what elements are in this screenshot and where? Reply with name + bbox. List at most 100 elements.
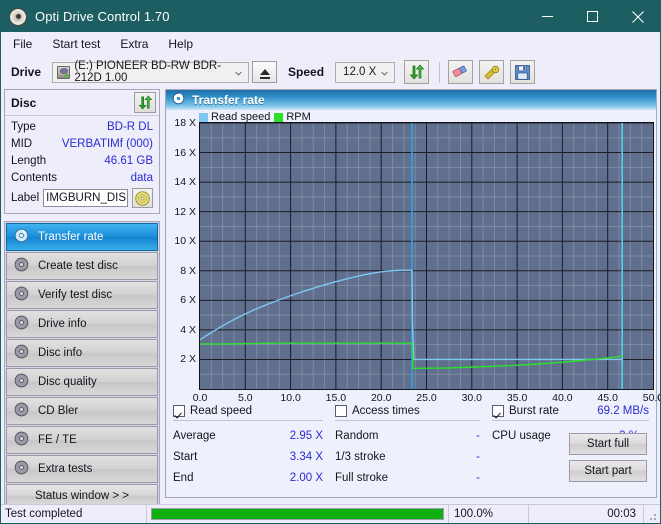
- stat-value-average: 2.95 X: [289, 430, 323, 442]
- cd-disc-icon: [14, 344, 30, 362]
- stats-column-access-times: Access times Random - 1/3 stroke - Full …: [335, 405, 480, 489]
- disc-row-type-value: BD-R DL: [106, 121, 153, 133]
- sidebar-item-label: Disc quality: [38, 376, 97, 388]
- chart-plot: 2 X4 X6 X8 X 10 X 12 X 14 X 16 X 18 X 0.0 5.0 10…: [174, 117, 660, 404]
- sidebar-item-cd-bler[interactable]: CD Bler: [6, 397, 158, 425]
- sidebar-item-extra-tests[interactable]: Extra tests: [6, 455, 158, 483]
- refresh-icon: [138, 95, 152, 110]
- sidebar-item-label: FE / TE: [38, 434, 77, 446]
- y-axis-tick: 8 X: [180, 264, 196, 277]
- menu-extra[interactable]: Extra: [117, 35, 157, 53]
- optical-drive-icon: [57, 65, 71, 79]
- stats-column-read-speed: Read speed Average 2.95 X Start 3.34 X E…: [173, 405, 323, 489]
- erase-button[interactable]: [448, 60, 474, 84]
- menubar: File Start test Extra Help: [1, 32, 660, 55]
- resize-grip-icon[interactable]: [644, 505, 660, 524]
- stat-value-start: 3.34 X: [289, 451, 323, 463]
- sidebar-item-label: CD Bler: [38, 405, 79, 417]
- sidebar-item-label: Create test disc: [38, 260, 118, 272]
- progress-bar: [151, 508, 444, 520]
- drive-select[interactable]: (E:) PIONEER BD-RW BDR-212D 1.00: [52, 60, 250, 84]
- maximize-button[interactable]: [570, 1, 615, 32]
- start-part-button[interactable]: Start part: [569, 460, 647, 482]
- rescan-button[interactable]: [404, 60, 430, 84]
- access-times-checkbox[interactable]: [335, 405, 347, 417]
- statusbar: Test completed 100.0% 00:03: [1, 504, 660, 523]
- disc-label-value: IMGBURN_DIS: [46, 192, 127, 204]
- window-controls: [525, 1, 660, 32]
- menu-file[interactable]: File: [10, 35, 41, 53]
- disc-row-type-key: Type: [11, 121, 36, 133]
- y-axis-tick: 6 X: [180, 294, 196, 307]
- cd-disc-icon: [14, 431, 30, 449]
- disc-label-row: Label IMGBURN_DIS: [11, 187, 153, 211]
- stat-row-third-stroke: 1/3 stroke -: [335, 447, 480, 468]
- legend-item-rpm: RPM: [274, 111, 311, 123]
- speed-select-value: 12.0 X: [343, 66, 377, 78]
- disc-label-input[interactable]: IMGBURN_DIS: [43, 189, 128, 207]
- burst-rate-toggle-row: Burst rate 69.2 MB/s: [492, 405, 649, 421]
- titlebar: Opti Drive Control 1.70: [1, 1, 660, 32]
- sidebar-item-create-test-disc[interactable]: Create test disc: [6, 252, 158, 280]
- save-button[interactable]: [510, 60, 536, 84]
- sidebar-item-verify-test-disc[interactable]: Verify test disc: [6, 281, 158, 309]
- cd-disc-icon: [14, 228, 30, 246]
- burst-rate-value: 69.2 MB/s: [597, 405, 649, 417]
- close-button[interactable]: [615, 1, 660, 32]
- sidebar-item-disc-info[interactable]: Disc info: [6, 339, 158, 367]
- tools-icon: [484, 65, 500, 79]
- start-full-button[interactable]: Start full: [569, 433, 647, 455]
- legend-label-read-speed: Read speed: [211, 111, 271, 123]
- sidebar-item-label: Transfer rate: [38, 231, 104, 243]
- sidebar-item-label: Extra tests: [38, 463, 93, 475]
- stat-key-start: Start: [173, 451, 198, 463]
- stat-key-random: Random: [335, 430, 379, 442]
- tools-button[interactable]: [479, 60, 505, 84]
- menu-help[interactable]: Help: [165, 35, 202, 53]
- stat-value-end: 2.00 X: [289, 472, 323, 484]
- y-axis-tick: 12 X: [174, 205, 196, 218]
- disc-row-length-key: Length: [11, 155, 47, 167]
- y-axis-tick: 16 X: [174, 146, 196, 159]
- stat-key-cpu-usage: CPU usage: [492, 430, 551, 442]
- burst-rate-checkbox[interactable]: [492, 405, 504, 417]
- disc-info-panel: Disc Type BD-R DL MID VERBATIMf (000) Le…: [4, 89, 160, 214]
- drive-select-value: (E:) PIONEER BD-RW BDR-212D 1.00: [74, 60, 222, 84]
- sidebar-item-fe-te[interactable]: FE / TE: [6, 426, 158, 454]
- speed-select[interactable]: 12.0 X: [335, 61, 396, 83]
- disc-panel-title: Disc: [11, 95, 37, 110]
- menu-start-test[interactable]: Start test: [49, 35, 109, 53]
- stats-panel: Read speed Average 2.95 X Start 3.34 X E…: [166, 401, 656, 497]
- progress-percent: 100.0%: [449, 504, 529, 523]
- progress-cell: [147, 504, 449, 523]
- disc-detail-button[interactable]: [132, 188, 153, 208]
- transfer-rate-icon: [172, 92, 185, 108]
- toolbar: Drive (E:) PIONEER BD-RW BDR-212D 1.00 S…: [1, 55, 660, 89]
- nav-panel: Transfer rate Create test disc Verify te…: [4, 221, 160, 509]
- disc-label-key: Label: [11, 192, 40, 204]
- eraser-icon: [452, 65, 467, 77]
- sidebar: Disc Type BD-R DL MID VERBATIMf (000) Le…: [4, 89, 160, 509]
- x-axis-unit: GB: [657, 392, 660, 404]
- disc-row-contents-value: data: [130, 172, 153, 184]
- drive-label: Drive: [11, 65, 42, 79]
- y-axis-tick: 14 X: [174, 176, 196, 189]
- status-text: Test completed: [1, 504, 147, 523]
- minimize-button[interactable]: [525, 1, 570, 32]
- stat-row-random: Random -: [335, 426, 480, 447]
- disc-panel-header: Disc: [5, 90, 159, 116]
- chart-svg: [200, 123, 653, 389]
- sidebar-item-drive-info[interactable]: Drive info: [6, 310, 158, 338]
- eject-button[interactable]: [252, 61, 278, 83]
- disc-row-mid: MID VERBATIMf (000): [11, 136, 153, 152]
- disc-row-mid-value: VERBATIMf (000): [61, 138, 153, 150]
- cd-disc-icon: [14, 257, 30, 275]
- elapsed-time: 00:03: [529, 504, 644, 523]
- sidebar-item-transfer-rate[interactable]: Transfer rate: [6, 223, 158, 251]
- speed-label: Speed: [288, 65, 325, 79]
- cd-disc-icon: [14, 373, 30, 391]
- sidebar-item-disc-quality[interactable]: Disc quality: [6, 368, 158, 396]
- read-speed-checkbox[interactable]: [173, 405, 185, 417]
- legend-item-read-speed: Read speed: [199, 111, 270, 123]
- disc-refresh-button[interactable]: [134, 92, 156, 113]
